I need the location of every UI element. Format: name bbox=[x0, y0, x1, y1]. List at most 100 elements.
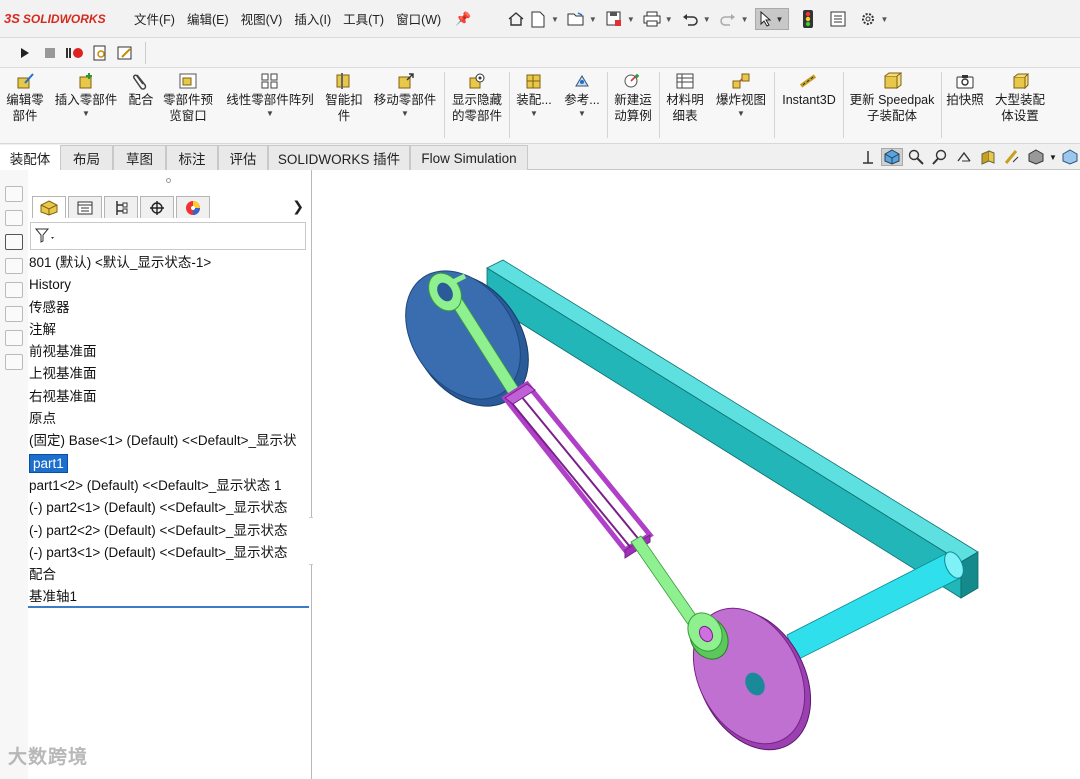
tree-node-part1-2[interactable]: part1<2> (Default) <<Default>_显示状态 1 bbox=[28, 475, 312, 497]
tab-display-manager[interactable] bbox=[176, 196, 210, 218]
assembly-features-button[interactable]: 装配... ▼ bbox=[512, 70, 556, 119]
zoom-area-icon[interactable] bbox=[929, 148, 951, 166]
solidworks-logo[interactable]: 3S SOLIDWORKS bbox=[4, 11, 124, 26]
datum-icon[interactable] bbox=[5, 306, 23, 322]
tab-flow-simulation[interactable]: Flow Simulation bbox=[410, 145, 528, 170]
new-motion-study-button[interactable]: 新建运 动算例 bbox=[610, 70, 656, 124]
link-icon[interactable] bbox=[5, 354, 23, 370]
tab-annotation[interactable]: 标注 bbox=[166, 145, 218, 170]
tree-node-part1-selected[interactable]: part1 bbox=[28, 453, 312, 475]
tree-node-rename-field[interactable]: part1 bbox=[29, 453, 68, 473]
tree-node-right-plane[interactable]: 右视基准面 bbox=[28, 386, 312, 408]
component-preview-button[interactable]: 零部件预 览窗口 bbox=[160, 70, 216, 124]
stop-icon[interactable] bbox=[39, 42, 61, 64]
panel-splitter-handle[interactable] bbox=[166, 178, 171, 183]
tab-feature-tree[interactable] bbox=[32, 196, 66, 218]
traffic-light-icon[interactable] bbox=[797, 8, 819, 30]
previous-view-icon[interactable] bbox=[953, 148, 975, 166]
undo-icon[interactable] bbox=[679, 8, 701, 30]
tab-assembly[interactable]: 装配体 bbox=[0, 145, 60, 170]
menu-file[interactable]: 文件(F) bbox=[134, 7, 175, 30]
surface-finish-icon[interactable] bbox=[5, 330, 23, 346]
pin-icon[interactable]: 📌 bbox=[455, 11, 471, 27]
autodimension-icon[interactable] bbox=[5, 234, 23, 250]
tree-node-annotations[interactable]: 注解 bbox=[28, 319, 312, 341]
new-doc-icon[interactable] bbox=[527, 8, 549, 30]
filter-icon[interactable] bbox=[35, 227, 57, 245]
chevron-down-icon[interactable]: ▼ bbox=[1049, 148, 1057, 166]
large-assembly-settings-button[interactable]: 大型装配 体设置 bbox=[990, 70, 1050, 124]
dynamic-annotation-icon[interactable] bbox=[1001, 148, 1023, 166]
zoom-to-fit-icon[interactable] bbox=[905, 148, 927, 166]
update-speedpak-button[interactable]: 更新 Speedpak 子装配体 bbox=[846, 70, 938, 124]
graphics-area[interactable] bbox=[313, 170, 1080, 779]
menu-view[interactable]: 视图(V) bbox=[241, 7, 283, 30]
display-style-icon[interactable] bbox=[1025, 148, 1047, 166]
print-icon[interactable] bbox=[641, 8, 663, 30]
show-hidden-components-button[interactable]: 显示隐藏 的零部件 bbox=[447, 70, 507, 124]
open-icon[interactable] bbox=[565, 8, 587, 30]
isometric-view-icon[interactable] bbox=[881, 148, 903, 166]
tree-node-history[interactable]: History bbox=[28, 274, 312, 296]
smart-fasteners-button[interactable]: 智能扣 件 bbox=[322, 70, 366, 124]
new-macro-icon[interactable] bbox=[89, 42, 111, 64]
assembly-model[interactable] bbox=[313, 170, 1080, 779]
mate-button[interactable]: 配合 bbox=[125, 70, 157, 108]
tree-node-part2-2[interactable]: (-) part2<2> (Default) <<Default>_显示状态 bbox=[28, 520, 312, 542]
tree-node-part3-1[interactable]: (-) part3<1> (Default) <<Default>_显示状态 bbox=[28, 542, 312, 564]
menu-insert[interactable]: 插入(I) bbox=[294, 7, 331, 30]
purple-slider-frame[interactable] bbox=[501, 380, 654, 559]
chevron-down-icon[interactable]: ▼ bbox=[512, 109, 556, 119]
tree-node-mates[interactable]: 配合 bbox=[28, 564, 312, 586]
move-component-button[interactable]: 移动零部件 ▼ bbox=[370, 70, 440, 119]
chevron-down-icon[interactable]: ▼ bbox=[627, 15, 635, 24]
menu-window[interactable]: 窗口(W) bbox=[396, 7, 441, 30]
chevron-down-icon[interactable]: ▼ bbox=[665, 15, 673, 24]
play-icon[interactable] bbox=[14, 42, 36, 64]
rollback-bar[interactable] bbox=[28, 606, 309, 608]
tab-solidworks-addins[interactable]: SOLIDWORKS 插件 bbox=[268, 145, 410, 170]
tab-dimxpert-manager[interactable] bbox=[140, 196, 174, 218]
file-props-icon[interactable] bbox=[827, 8, 849, 30]
exploded-view-button[interactable]: 爆炸视图 ▼ bbox=[711, 70, 771, 119]
tree-node-front-plane[interactable]: 前视基准面 bbox=[28, 341, 312, 363]
tab-configuration-manager[interactable] bbox=[104, 196, 138, 218]
tree-node-base[interactable]: (固定) Base<1> (Default) <<Default>_显示状 bbox=[28, 430, 312, 452]
chevron-down-icon[interactable]: ▼ bbox=[703, 15, 711, 24]
record-icon[interactable] bbox=[64, 42, 86, 64]
select-arrow-icon[interactable]: ▼ bbox=[754, 8, 789, 30]
menu-tools[interactable]: 工具(T) bbox=[343, 7, 384, 30]
balloon-icon[interactable] bbox=[5, 258, 23, 274]
chevron-down-icon[interactable]: ▼ bbox=[370, 109, 440, 119]
instant3d-button[interactable]: Instant3D bbox=[777, 70, 841, 108]
linear-pattern-button[interactable]: 线性零部件阵列 ▼ bbox=[222, 70, 318, 119]
annotation-icon[interactable] bbox=[5, 186, 23, 202]
tab-property-manager[interactable] bbox=[68, 196, 102, 218]
note-icon[interactable] bbox=[5, 210, 23, 226]
tree-node-assembly-root[interactable]: 801 (默认) <默认_显示状态-1> bbox=[28, 252, 312, 274]
redo-icon[interactable] bbox=[717, 8, 739, 30]
tree-node-sensors[interactable]: 传感器 bbox=[28, 297, 312, 319]
tree-node-top-plane[interactable]: 上视基准面 bbox=[28, 363, 312, 385]
hide-show-items-icon[interactable] bbox=[1059, 148, 1080, 166]
take-snapshot-button[interactable]: 拍快照 bbox=[943, 70, 987, 108]
chevron-down-icon[interactable]: ▼ bbox=[222, 109, 318, 119]
edit-macro-icon[interactable] bbox=[114, 42, 136, 64]
tab-layout[interactable]: 布局 bbox=[60, 145, 113, 170]
home-icon[interactable] bbox=[505, 8, 527, 30]
tree-node-origin[interactable]: 原点 bbox=[28, 408, 312, 430]
tab-evaluate[interactable]: 评估 bbox=[218, 145, 268, 170]
chevron-right-icon[interactable]: ❯ bbox=[292, 198, 304, 215]
bill-of-materials-button[interactable]: 材料明 细表 bbox=[662, 70, 708, 124]
tab-sketch[interactable]: 草图 bbox=[113, 145, 166, 170]
chevron-down-icon[interactable]: ▼ bbox=[551, 15, 559, 24]
tree-node-part2-1[interactable]: (-) part2<1> (Default) <<Default>_显示状态 bbox=[28, 497, 312, 519]
menu-edit[interactable]: 编辑(E) bbox=[187, 7, 229, 30]
tree-filter-bar[interactable] bbox=[30, 222, 306, 250]
edit-component-button[interactable]: 编辑零 部件 bbox=[2, 70, 48, 124]
save-icon[interactable] bbox=[603, 8, 625, 30]
insert-component-button[interactable]: 插入零部件 ▼ bbox=[52, 70, 120, 119]
reference-geometry-button[interactable]: 参考... ▼ bbox=[560, 70, 604, 119]
chevron-down-icon[interactable]: ▼ bbox=[52, 109, 120, 119]
view-orientation-icon[interactable] bbox=[857, 148, 879, 166]
